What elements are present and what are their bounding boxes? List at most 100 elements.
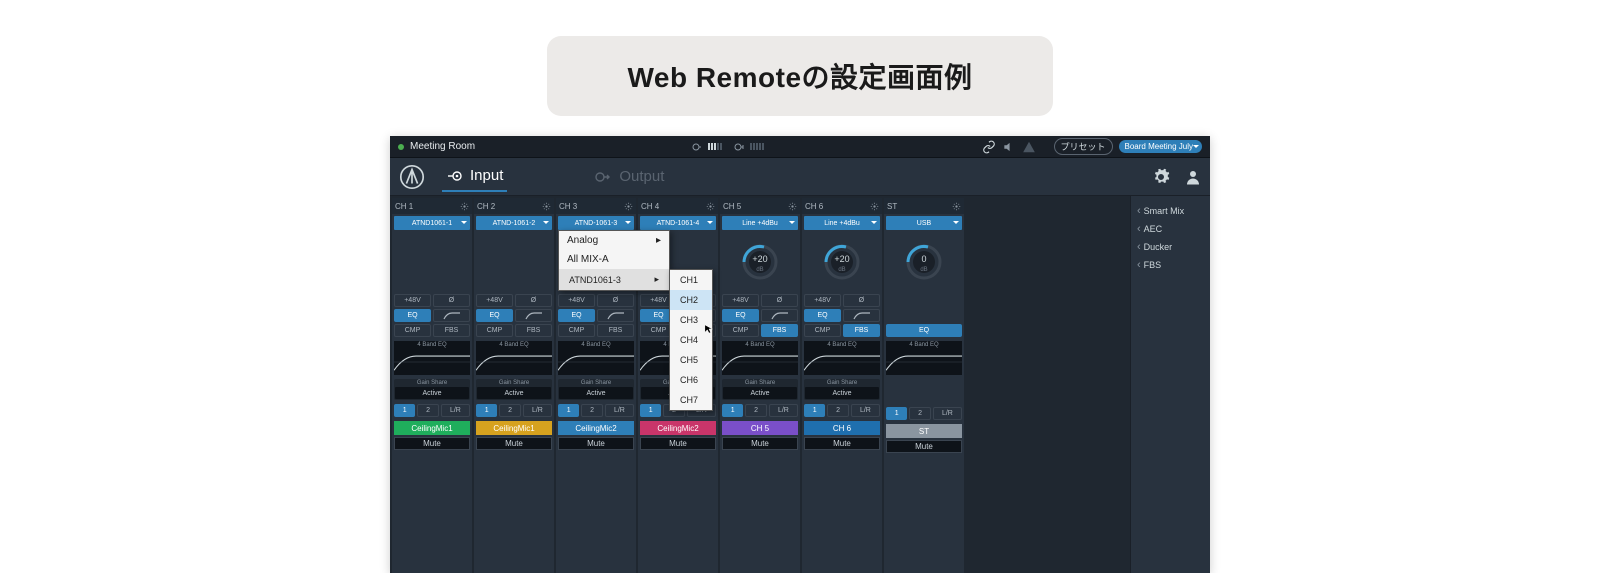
sidebar-item-smart-mix[interactable]: Smart Mix bbox=[1135, 202, 1206, 220]
bus2-button[interactable]: 2 bbox=[827, 404, 848, 417]
fbs-button[interactable]: FBS bbox=[843, 324, 880, 337]
channel-source-select[interactable]: USB bbox=[886, 216, 962, 230]
eq-button[interactable]: EQ bbox=[476, 309, 513, 322]
bus2-button[interactable]: 2 bbox=[499, 404, 520, 417]
channel-name[interactable]: ST bbox=[886, 424, 962, 438]
mute-button[interactable]: Mute bbox=[886, 440, 962, 453]
comp-button[interactable]: CMP bbox=[394, 324, 431, 337]
hpf-button[interactable] bbox=[597, 309, 634, 322]
lr-button[interactable]: L/R bbox=[605, 404, 634, 417]
phantom-button[interactable]: +48V bbox=[722, 294, 759, 307]
hpf-button[interactable] bbox=[843, 309, 880, 322]
gain-share-value[interactable]: Active bbox=[723, 387, 797, 399]
eq-button[interactable]: EQ bbox=[394, 309, 431, 322]
sidebar-item-aec[interactable]: AEC bbox=[1135, 220, 1206, 238]
gain-share-value[interactable]: Active bbox=[805, 387, 879, 399]
sidebar-item-ducker[interactable]: Ducker bbox=[1135, 238, 1206, 256]
lr-button[interactable]: L/R bbox=[523, 404, 552, 417]
phantom-button[interactable]: +48V bbox=[394, 294, 431, 307]
dropdown-item-allmixa[interactable]: All MIX-A bbox=[559, 250, 669, 269]
phase-button[interactable]: Ø bbox=[843, 294, 880, 307]
dropdown-item-atnd[interactable]: ATND1061-3▸ CH1CH2CH3CH4CH5CH6CH7 bbox=[559, 269, 669, 290]
phase-button[interactable]: Ø bbox=[761, 294, 798, 307]
phantom-button[interactable]: +48V bbox=[558, 294, 595, 307]
submenu-item[interactable]: CH3 bbox=[670, 310, 712, 330]
mute-button[interactable]: Mute bbox=[476, 437, 552, 450]
channel-source-select[interactable]: ATND1061-1 bbox=[394, 216, 470, 230]
channel-source-select[interactable]: ATND-1061-2 bbox=[476, 216, 552, 230]
preset-value[interactable]: Board Meeting July bbox=[1119, 140, 1202, 153]
submenu-item[interactable]: CH4 bbox=[670, 330, 712, 350]
mute-button[interactable]: Mute bbox=[558, 437, 634, 450]
gear-icon[interactable] bbox=[460, 202, 469, 211]
comp-button[interactable]: CMP bbox=[476, 324, 513, 337]
gain-share-value[interactable]: Active bbox=[395, 387, 469, 399]
phantom-button[interactable]: +48V bbox=[476, 294, 513, 307]
channel-name[interactable]: CH 5 bbox=[722, 421, 798, 435]
eq-graph[interactable]: 4 Band EQ bbox=[722, 341, 798, 375]
channel-source-select[interactable]: Line +4dBu bbox=[804, 216, 880, 230]
lr-button[interactable]: L/R bbox=[933, 407, 962, 420]
dropdown-item-analog[interactable]: Analog▸ bbox=[559, 231, 669, 250]
lr-button[interactable]: L/R bbox=[851, 404, 880, 417]
eq-graph[interactable]: 4 Band EQ bbox=[804, 341, 880, 375]
channel-source-select[interactable]: ATND-1061-3 bbox=[558, 216, 634, 230]
comp-button[interactable]: CMP bbox=[804, 324, 841, 337]
channel-source-select[interactable]: Line +4dBu bbox=[722, 216, 798, 230]
gear-icon[interactable] bbox=[624, 202, 633, 211]
fbs-button[interactable]: FBS bbox=[433, 324, 470, 337]
gain-share-value[interactable]: Active bbox=[559, 387, 633, 399]
bus1-button[interactable]: 1 bbox=[476, 404, 497, 417]
bus1-button[interactable]: 1 bbox=[558, 404, 579, 417]
user-icon[interactable] bbox=[1184, 168, 1202, 186]
hpf-button[interactable] bbox=[515, 309, 552, 322]
tab-output[interactable]: Output bbox=[591, 162, 668, 191]
submenu-item[interactable]: CH5 bbox=[670, 350, 712, 370]
phantom-button[interactable]: +48V bbox=[804, 294, 841, 307]
bus2-button[interactable]: 2 bbox=[417, 404, 438, 417]
channel-name[interactable]: CeilingMic2 bbox=[640, 421, 716, 435]
hpf-button[interactable] bbox=[761, 309, 798, 322]
source-dropdown[interactable]: Analog▸ All MIX-A ATND1061-3▸ CH1CH2CH3C… bbox=[558, 230, 670, 291]
bus1-button[interactable]: 1 bbox=[886, 407, 907, 420]
eq-button[interactable]: EQ bbox=[722, 309, 759, 322]
submenu-item[interactable]: CH2 bbox=[670, 290, 712, 310]
channel-name[interactable]: CeilingMic2 bbox=[558, 421, 634, 435]
phase-button[interactable]: Ø bbox=[597, 294, 634, 307]
mute-button[interactable]: Mute bbox=[394, 437, 470, 450]
fbs-button[interactable]: FBS bbox=[515, 324, 552, 337]
eq-button[interactable]: EQ bbox=[558, 309, 595, 322]
hpf-button[interactable] bbox=[433, 309, 470, 322]
eq-graph[interactable]: 4 Band EQ bbox=[476, 341, 552, 375]
bus2-button[interactable]: 2 bbox=[581, 404, 602, 417]
eq-button[interactable]: EQ bbox=[804, 309, 841, 322]
bus1-button[interactable]: 1 bbox=[640, 404, 661, 417]
gear-icon[interactable] bbox=[542, 202, 551, 211]
gain-knob[interactable]: +20 dB bbox=[720, 232, 800, 292]
phase-button[interactable]: Ø bbox=[515, 294, 552, 307]
sidebar-item-fbs[interactable]: FBS bbox=[1135, 256, 1206, 274]
comp-button[interactable]: CMP bbox=[722, 324, 759, 337]
fbs-button[interactable]: FBS bbox=[761, 324, 798, 337]
preset-selector[interactable]: プリセット Board Meeting July bbox=[1054, 138, 1203, 155]
gear-icon[interactable] bbox=[1152, 168, 1170, 186]
mute-button[interactable]: Mute bbox=[640, 437, 716, 450]
mute-button[interactable]: Mute bbox=[804, 437, 880, 450]
bus1-button[interactable]: 1 bbox=[804, 404, 825, 417]
fbs-button[interactable]: FBS bbox=[597, 324, 634, 337]
eq-graph[interactable]: 4 Band EQ bbox=[394, 341, 470, 375]
bus1-button[interactable]: 1 bbox=[722, 404, 743, 417]
phase-button[interactable]: Ø bbox=[433, 294, 470, 307]
bus1-button[interactable]: 1 bbox=[394, 404, 415, 417]
eq-graph[interactable]: 4 Band EQ bbox=[886, 341, 962, 375]
submenu-item[interactable]: CH7 bbox=[670, 390, 712, 410]
lr-button[interactable]: L/R bbox=[769, 404, 798, 417]
channel-name[interactable]: CH 6 bbox=[804, 421, 880, 435]
source-submenu[interactable]: CH1CH2CH3CH4CH5CH6CH7 bbox=[669, 269, 713, 411]
link-icon[interactable] bbox=[982, 140, 996, 154]
speaker-icon[interactable] bbox=[1002, 140, 1016, 154]
channel-name[interactable]: CeilingMic1 bbox=[394, 421, 470, 435]
gain-knob[interactable]: 0 dB bbox=[884, 232, 964, 292]
gear-icon[interactable] bbox=[706, 202, 715, 211]
channel-name[interactable]: CeilingMic1 bbox=[476, 421, 552, 435]
